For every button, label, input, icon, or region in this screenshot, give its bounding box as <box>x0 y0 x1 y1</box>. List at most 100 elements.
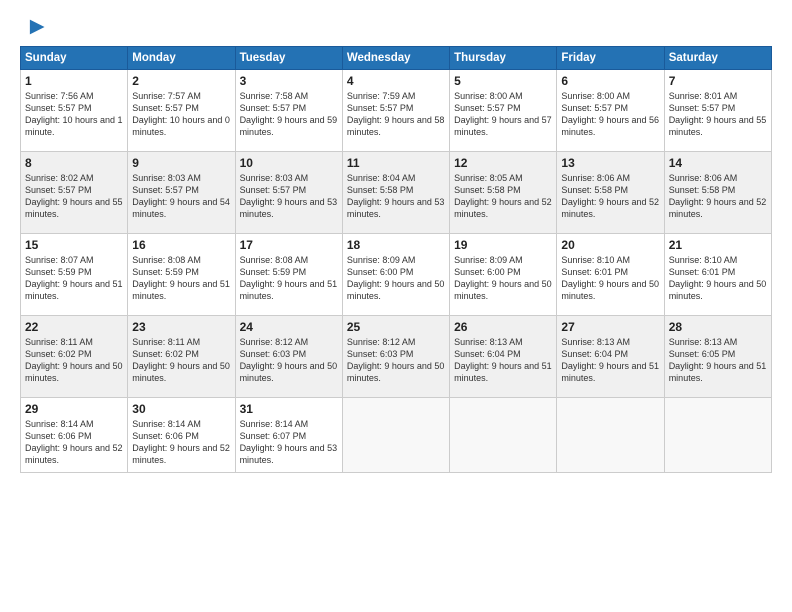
day-number: 3 <box>240 74 338 88</box>
daylight-label: Daylight: 9 hours and 50 minutes. <box>132 361 230 383</box>
day-number: 16 <box>132 238 230 252</box>
day-info: Sunrise: 8:11 AM Sunset: 6:02 PM Dayligh… <box>25 336 123 385</box>
calendar-cell: 10 Sunrise: 8:03 AM Sunset: 5:57 PM Dayl… <box>235 152 342 234</box>
sunrise-label: Sunrise: 8:08 AM <box>132 255 201 265</box>
daylight-label: Daylight: 9 hours and 58 minutes. <box>347 115 445 137</box>
calendar-cell: 6 Sunrise: 8:00 AM Sunset: 5:57 PM Dayli… <box>557 70 664 152</box>
daylight-label: Daylight: 9 hours and 50 minutes. <box>347 279 445 301</box>
day-info: Sunrise: 7:57 AM Sunset: 5:57 PM Dayligh… <box>132 90 230 139</box>
day-info: Sunrise: 8:09 AM Sunset: 6:00 PM Dayligh… <box>454 254 552 303</box>
calendar-header-tuesday: Tuesday <box>235 47 342 70</box>
calendar-cell: 3 Sunrise: 7:58 AM Sunset: 5:57 PM Dayli… <box>235 70 342 152</box>
day-number: 13 <box>561 156 659 170</box>
sunrise-label: Sunrise: 7:57 AM <box>132 91 201 101</box>
day-info: Sunrise: 8:13 AM Sunset: 6:05 PM Dayligh… <box>669 336 767 385</box>
day-info: Sunrise: 8:13 AM Sunset: 6:04 PM Dayligh… <box>561 336 659 385</box>
day-info: Sunrise: 8:02 AM Sunset: 5:57 PM Dayligh… <box>25 172 123 221</box>
sunset-label: Sunset: 6:02 PM <box>25 349 92 359</box>
sunrise-label: Sunrise: 8:13 AM <box>454 337 523 347</box>
sunrise-label: Sunrise: 8:06 AM <box>669 173 738 183</box>
header <box>20 18 772 38</box>
calendar-cell: 4 Sunrise: 7:59 AM Sunset: 5:57 PM Dayli… <box>342 70 449 152</box>
day-info: Sunrise: 8:00 AM Sunset: 5:57 PM Dayligh… <box>561 90 659 139</box>
sunset-label: Sunset: 5:59 PM <box>240 267 307 277</box>
daylight-label: Daylight: 9 hours and 51 minutes. <box>25 279 123 301</box>
sunset-label: Sunset: 6:02 PM <box>132 349 199 359</box>
daylight-label: Daylight: 9 hours and 50 minutes. <box>561 279 659 301</box>
daylight-label: Daylight: 9 hours and 50 minutes. <box>25 361 123 383</box>
sunset-label: Sunset: 6:06 PM <box>132 431 199 441</box>
calendar-cell: 12 Sunrise: 8:05 AM Sunset: 5:58 PM Dayl… <box>450 152 557 234</box>
daylight-label: Daylight: 9 hours and 50 minutes. <box>347 361 445 383</box>
calendar-header-thursday: Thursday <box>450 47 557 70</box>
sunset-label: Sunset: 6:05 PM <box>669 349 736 359</box>
sunset-label: Sunset: 5:58 PM <box>454 185 521 195</box>
sunrise-label: Sunrise: 8:00 AM <box>454 91 523 101</box>
day-info: Sunrise: 7:59 AM Sunset: 5:57 PM Dayligh… <box>347 90 445 139</box>
day-info: Sunrise: 8:06 AM Sunset: 5:58 PM Dayligh… <box>669 172 767 221</box>
daylight-label: Daylight: 9 hours and 50 minutes. <box>669 279 767 301</box>
calendar-week-row: 8 Sunrise: 8:02 AM Sunset: 5:57 PM Dayli… <box>21 152 772 234</box>
calendar-cell <box>557 398 664 473</box>
logo <box>20 18 46 38</box>
daylight-label: Daylight: 9 hours and 51 minutes. <box>561 361 659 383</box>
calendar-cell <box>450 398 557 473</box>
calendar-cell <box>342 398 449 473</box>
calendar-week-row: 22 Sunrise: 8:11 AM Sunset: 6:02 PM Dayl… <box>21 316 772 398</box>
calendar-header-sunday: Sunday <box>21 47 128 70</box>
day-number: 24 <box>240 320 338 334</box>
sunset-label: Sunset: 6:07 PM <box>240 431 307 441</box>
day-info: Sunrise: 7:56 AM Sunset: 5:57 PM Dayligh… <box>25 90 123 139</box>
calendar-cell: 9 Sunrise: 8:03 AM Sunset: 5:57 PM Dayli… <box>128 152 235 234</box>
sunset-label: Sunset: 5:57 PM <box>132 103 199 113</box>
day-number: 6 <box>561 74 659 88</box>
calendar-cell: 15 Sunrise: 8:07 AM Sunset: 5:59 PM Dayl… <box>21 234 128 316</box>
sunrise-label: Sunrise: 8:05 AM <box>454 173 523 183</box>
day-number: 5 <box>454 74 552 88</box>
calendar-cell: 23 Sunrise: 8:11 AM Sunset: 6:02 PM Dayl… <box>128 316 235 398</box>
sunset-label: Sunset: 5:57 PM <box>25 103 92 113</box>
sunset-label: Sunset: 5:58 PM <box>347 185 414 195</box>
page: SundayMondayTuesdayWednesdayThursdayFrid… <box>0 0 792 612</box>
daylight-label: Daylight: 9 hours and 55 minutes. <box>669 115 767 137</box>
sunrise-label: Sunrise: 7:56 AM <box>25 91 94 101</box>
day-info: Sunrise: 8:08 AM Sunset: 5:59 PM Dayligh… <box>240 254 338 303</box>
sunrise-label: Sunrise: 8:10 AM <box>669 255 738 265</box>
day-number: 22 <box>25 320 123 334</box>
day-number: 14 <box>669 156 767 170</box>
sunrise-label: Sunrise: 8:11 AM <box>132 337 200 347</box>
calendar-cell: 26 Sunrise: 8:13 AM Sunset: 6:04 PM Dayl… <box>450 316 557 398</box>
sunrise-label: Sunrise: 8:04 AM <box>347 173 416 183</box>
calendar-table: SundayMondayTuesdayWednesdayThursdayFrid… <box>20 46 772 473</box>
calendar-header-friday: Friday <box>557 47 664 70</box>
sunset-label: Sunset: 5:57 PM <box>561 103 628 113</box>
calendar-cell: 11 Sunrise: 8:04 AM Sunset: 5:58 PM Dayl… <box>342 152 449 234</box>
day-info: Sunrise: 8:08 AM Sunset: 5:59 PM Dayligh… <box>132 254 230 303</box>
day-info: Sunrise: 8:11 AM Sunset: 6:02 PM Dayligh… <box>132 336 230 385</box>
sunset-label: Sunset: 6:06 PM <box>25 431 92 441</box>
sunrise-label: Sunrise: 8:12 AM <box>240 337 309 347</box>
sunset-label: Sunset: 5:57 PM <box>240 185 307 195</box>
sunset-label: Sunset: 6:01 PM <box>561 267 628 277</box>
sunrise-label: Sunrise: 8:09 AM <box>454 255 523 265</box>
daylight-label: Daylight: 9 hours and 59 minutes. <box>240 115 338 137</box>
day-info: Sunrise: 8:03 AM Sunset: 5:57 PM Dayligh… <box>240 172 338 221</box>
day-number: 27 <box>561 320 659 334</box>
day-number: 19 <box>454 238 552 252</box>
sunrise-label: Sunrise: 8:11 AM <box>25 337 93 347</box>
day-number: 31 <box>240 402 338 416</box>
sunrise-label: Sunrise: 8:14 AM <box>240 419 309 429</box>
day-number: 1 <box>25 74 123 88</box>
logo-icon <box>24 16 46 38</box>
daylight-label: Daylight: 9 hours and 52 minutes. <box>454 197 552 219</box>
sunset-label: Sunset: 6:00 PM <box>454 267 521 277</box>
sunset-label: Sunset: 6:01 PM <box>669 267 736 277</box>
day-info: Sunrise: 8:14 AM Sunset: 6:06 PM Dayligh… <box>132 418 230 467</box>
day-info: Sunrise: 8:14 AM Sunset: 6:06 PM Dayligh… <box>25 418 123 467</box>
day-info: Sunrise: 8:14 AM Sunset: 6:07 PM Dayligh… <box>240 418 338 467</box>
day-info: Sunrise: 8:07 AM Sunset: 5:59 PM Dayligh… <box>25 254 123 303</box>
calendar-week-row: 15 Sunrise: 8:07 AM Sunset: 5:59 PM Dayl… <box>21 234 772 316</box>
day-number: 29 <box>25 402 123 416</box>
calendar-cell: 21 Sunrise: 8:10 AM Sunset: 6:01 PM Dayl… <box>664 234 771 316</box>
calendar-cell: 7 Sunrise: 8:01 AM Sunset: 5:57 PM Dayli… <box>664 70 771 152</box>
